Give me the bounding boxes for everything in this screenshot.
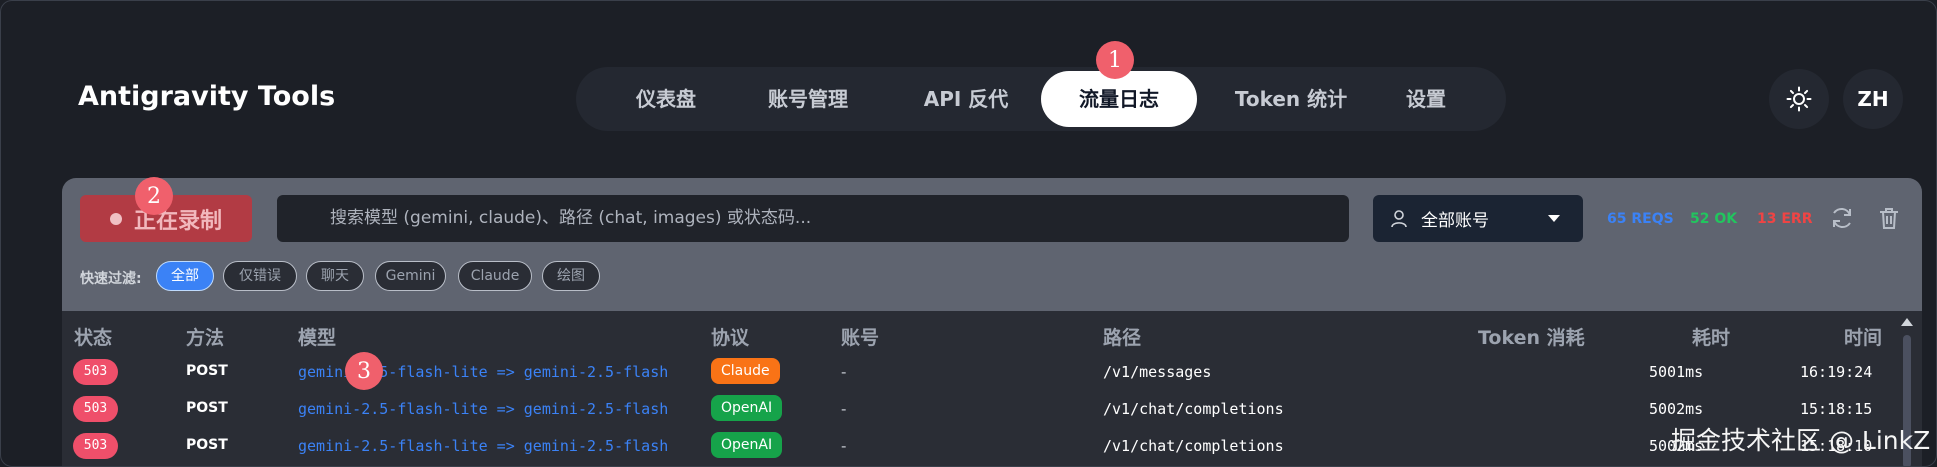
table-row[interactable]: 503 POST gemini-2.5-flash-lite => gemini… xyxy=(62,353,1907,390)
main-nav: 仪表盘 账号管理 API 反代 流量日志 Token 统计 设置 xyxy=(576,67,1506,131)
annotation-marker-3: 3 xyxy=(345,352,383,390)
account-select-value: 全部账号 xyxy=(1421,211,1489,231)
table-row[interactable]: 503 POST gemini-2.5-flash-lite => gemini… xyxy=(62,427,1907,464)
filter-chip-claude[interactable]: Claude xyxy=(458,261,532,291)
col-header-status: 状态 xyxy=(74,327,113,349)
duration-cell: 5001ms xyxy=(1649,363,1704,381)
col-header-time: 时间 xyxy=(1844,327,1883,349)
col-header-path: 路径 xyxy=(1103,327,1142,349)
time-cell: 15:18:15 xyxy=(1800,400,1873,418)
sun-icon xyxy=(1786,86,1812,112)
scroll-up-arrow-icon[interactable] xyxy=(1901,318,1913,326)
app-window: Antigravity Tools 仪表盘 账号管理 API 反代 流量日志 T… xyxy=(0,0,1937,467)
user-icon xyxy=(1391,209,1407,227)
protocol-badge: OpenAI xyxy=(711,432,783,458)
time-cell: 16:19:24 xyxy=(1800,363,1873,381)
quick-filter-label: 快速过滤: xyxy=(80,271,142,287)
method-cell: POST xyxy=(186,400,228,416)
tab-token-stats[interactable]: Token 统计 xyxy=(1216,71,1366,127)
account-cell: - xyxy=(841,400,847,418)
tab-settings[interactable]: 设置 xyxy=(1376,71,1476,127)
language-button[interactable]: ZH xyxy=(1843,69,1903,129)
protocol-badge: OpenAI xyxy=(711,395,783,421)
status-badge: 503 xyxy=(73,433,118,459)
filter-chip-chat[interactable]: 聊天 xyxy=(306,261,364,291)
filter-chip-drawing[interactable]: 绘图 xyxy=(542,261,600,291)
filter-chip-all[interactable]: 全部 xyxy=(156,261,214,291)
table-row[interactable]: 503 POST gemini-2.5-flash-lite => gemini… xyxy=(62,390,1907,427)
tab-api-proxy[interactable]: API 反代 xyxy=(896,71,1036,127)
search-input[interactable]: 搜索模型 (gemini, claude)、路径 (chat, images) … xyxy=(277,195,1349,242)
method-cell: POST xyxy=(186,437,228,453)
account-cell: - xyxy=(841,437,847,455)
model-cell: gemini-2.5-flash-lite => gemini-2.5-flas… xyxy=(298,400,669,418)
app-title: Antigravity Tools xyxy=(78,81,336,112)
path-cell: /v1/messages xyxy=(1103,363,1212,381)
annotation-marker-1: 1 xyxy=(1096,41,1134,79)
account-select[interactable]: 全部账号 xyxy=(1373,195,1583,242)
duration-cell: 5002ms xyxy=(1649,400,1704,418)
account-cell: - xyxy=(841,363,847,381)
col-header-model: 模型 xyxy=(298,327,337,349)
protocol-badge: Claude xyxy=(711,358,780,384)
theme-toggle-button[interactable] xyxy=(1769,69,1829,129)
tab-accounts[interactable]: 账号管理 xyxy=(738,71,878,127)
col-header-tokens: Token 消耗 xyxy=(1478,327,1585,349)
watermark-text: 掘金技术社区 @ LinkZ xyxy=(1671,426,1931,455)
col-header-method: 方法 xyxy=(186,327,225,349)
status-badge: 503 xyxy=(73,359,118,385)
trash-icon[interactable] xyxy=(1875,204,1903,232)
path-cell: /v1/chat/completions xyxy=(1103,437,1284,455)
annotation-marker-2: 2 xyxy=(135,177,173,215)
error-count: 13 ERR xyxy=(1757,211,1813,227)
col-header-duration: 耗时 xyxy=(1692,327,1731,349)
path-cell: /v1/chat/completions xyxy=(1103,400,1284,418)
col-header-account: 账号 xyxy=(841,327,880,349)
status-badge: 503 xyxy=(73,396,118,422)
chevron-down-icon xyxy=(1548,214,1560,222)
refresh-icon[interactable] xyxy=(1828,204,1856,232)
filter-chip-gemini[interactable]: Gemini xyxy=(375,261,446,291)
method-cell: POST xyxy=(186,363,228,379)
filter-chip-errors[interactable]: 仅错误 xyxy=(223,261,297,291)
col-header-protocol: 协议 xyxy=(711,327,750,349)
tab-dashboard[interactable]: 仪表盘 xyxy=(606,71,726,127)
ok-count: 52 OK xyxy=(1690,211,1738,227)
requests-count: 65 REQS xyxy=(1607,211,1674,227)
model-cell: gemini-2.5-flash-lite => gemini-2.5-flas… xyxy=(298,437,669,455)
recording-dot-icon xyxy=(109,212,122,225)
tab-traffic-logs[interactable]: 流量日志 xyxy=(1041,71,1197,127)
